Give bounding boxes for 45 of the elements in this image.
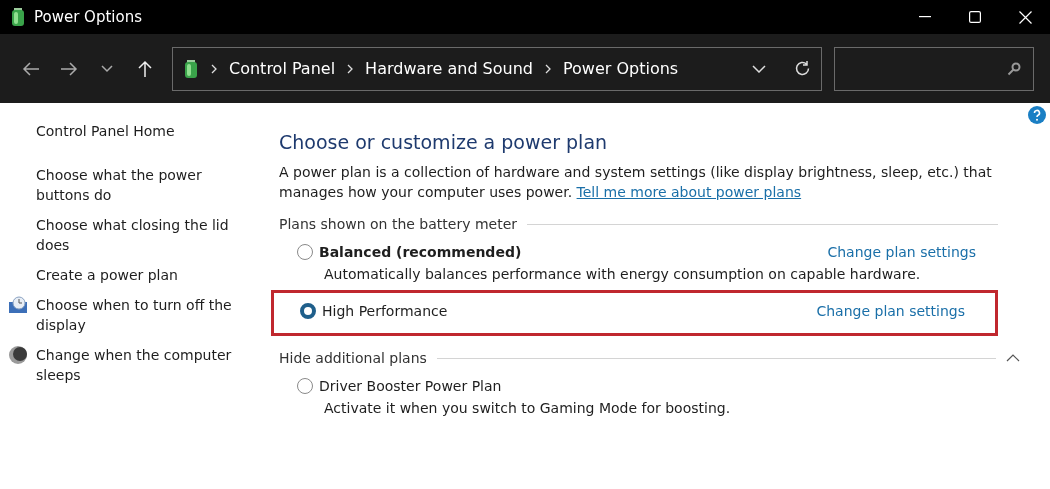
sidebar-link[interactable]: Create a power plan [36, 265, 178, 285]
plan-radio[interactable] [297, 378, 313, 394]
moon-icon [8, 345, 28, 365]
search-icon [1007, 61, 1021, 76]
sidebar-link[interactable]: Choose when to turn off the display [36, 295, 251, 335]
sidebar-link[interactable]: Change when the computer sleeps [36, 345, 251, 385]
group-heading[interactable]: Hide additional plans [279, 350, 427, 366]
chevron-down-icon[interactable] [101, 64, 113, 73]
sidebar-link[interactable]: Choose what the power buttons do [36, 165, 251, 205]
breadcrumb[interactable]: Power Options [563, 59, 679, 78]
plan-name: High Performance [322, 303, 448, 319]
chevron-icon [209, 63, 219, 74]
search-field[interactable] [834, 46, 1034, 91]
close-icon[interactable] [1018, 10, 1032, 24]
minimize-icon[interactable] [919, 16, 931, 18]
refresh-icon[interactable] [794, 60, 811, 77]
plan-name: Driver Booster Power Plan [319, 378, 502, 394]
plan-description: Automatically balances performance with energy consumption on capable hardware. [324, 266, 922, 282]
maximize-icon[interactable] [969, 11, 981, 23]
change-plan-link[interactable]: Change plan settings [816, 303, 965, 319]
intro-paragraph: A power plan is a collection of hardware and system settings (like display brightness, sleep, etc.) that manages how your computer uses power. Tell me more about power plans [279, 163, 993, 202]
sidebar-link[interactable]: Choose what closing the lid does [36, 215, 251, 255]
monitor-clock-icon [8, 296, 28, 314]
chevron-icon [543, 63, 553, 74]
up-arrow-icon[interactable] [137, 59, 153, 78]
page-heading: Choose or customize a power plan [279, 131, 609, 153]
forward-icon[interactable] [60, 60, 78, 77]
plan-radio[interactable] [300, 303, 316, 319]
battery-icon [183, 58, 199, 79]
plan-name: Balanced (recommended) [319, 244, 522, 260]
dropdown-icon[interactable] [752, 64, 766, 73]
collapse-icon[interactable] [1006, 354, 1020, 362]
plan-description: Activate it when you switch to Gaming Mode for boosting. [324, 400, 732, 416]
back-icon[interactable] [22, 60, 40, 77]
battery-icon [10, 7, 26, 27]
window-title: Power Options [34, 8, 142, 26]
group-heading: Plans shown on the battery meter [279, 216, 517, 232]
plan-radio[interactable] [297, 244, 313, 260]
address-bar[interactable]: Control Panel Hardware and Sound Power Options [172, 46, 822, 91]
help-icon[interactable] [1028, 106, 1046, 124]
sidebar-link[interactable]: Control Panel Home [36, 121, 175, 141]
help-link[interactable]: Tell me more about power plans [576, 184, 802, 200]
change-plan-link[interactable]: Change plan settings [827, 244, 976, 260]
breadcrumb[interactable]: Control Panel [229, 59, 336, 78]
breadcrumb[interactable]: Hardware and Sound [365, 59, 533, 78]
